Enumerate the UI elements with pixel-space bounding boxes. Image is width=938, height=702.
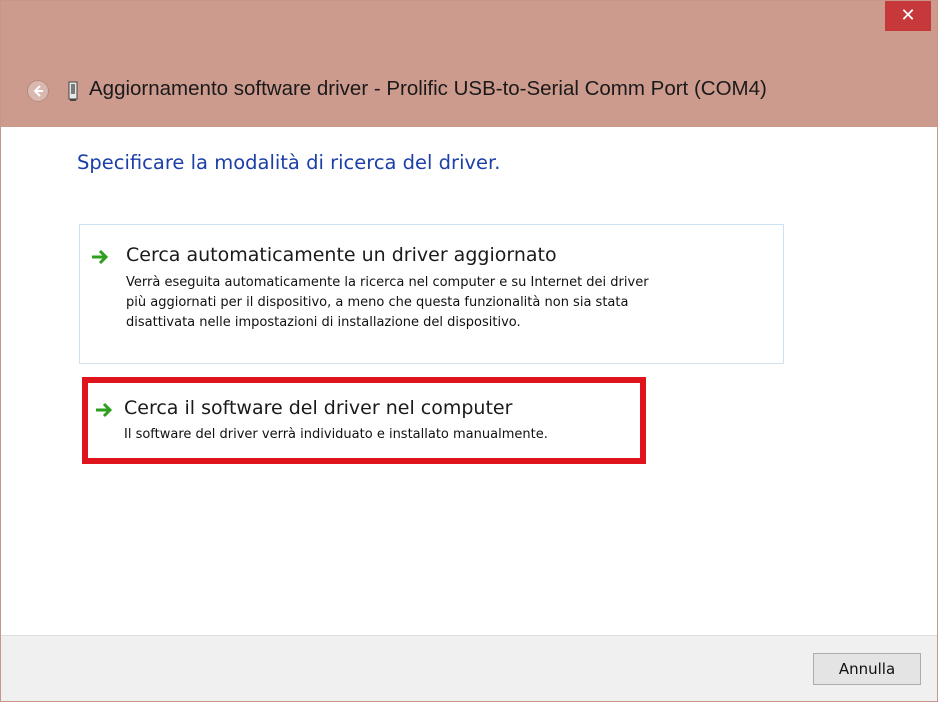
option-description: Il software del driver verrà individuato…: [124, 425, 644, 445]
window-title: Aggiornamento software driver - Prolific…: [89, 77, 767, 100]
usb-device-icon: [68, 81, 78, 101]
cancel-button[interactable]: Annulla: [813, 653, 921, 685]
green-arrow-icon: [96, 402, 113, 418]
search-automatically-option[interactable]: Cerca automaticamente un driver aggiorna…: [79, 224, 784, 364]
navigation-row: Aggiornamento software driver - Prolific…: [1, 71, 937, 111]
description-line: Il software del driver verrà individuato…: [124, 427, 548, 442]
title-bar: ✕ Aggiornamento software driver - Prolif…: [1, 1, 937, 127]
description-line: più aggiornati per il dispositivo, a men…: [126, 295, 629, 310]
description-line: Verrà eseguita automaticamente la ricerc…: [126, 275, 649, 290]
browse-computer-option[interactable]: Cerca il software del driver nel compute…: [82, 377, 646, 464]
back-arrow-icon: [33, 85, 43, 97]
main-content: Specificare la modalità di ricerca del d…: [1, 127, 937, 635]
option-title: Cerca il software del driver nel compute…: [124, 397, 513, 419]
page-heading: Specificare la modalità di ricerca del d…: [77, 151, 501, 174]
back-button[interactable]: [27, 80, 49, 102]
close-icon: ✕: [900, 5, 916, 26]
description-line: disattivata nelle impostazioni di instal…: [126, 315, 521, 330]
option-description: Verrà eseguita automaticamente la ricerc…: [126, 273, 776, 333]
dialog-footer: Annulla: [1, 635, 937, 701]
green-arrow-icon: [92, 249, 109, 265]
close-button[interactable]: ✕: [885, 1, 931, 31]
option-title: Cerca automaticamente un driver aggiorna…: [126, 244, 557, 266]
driver-update-dialog: ✕ Aggiornamento software driver - Prolif…: [0, 0, 938, 702]
